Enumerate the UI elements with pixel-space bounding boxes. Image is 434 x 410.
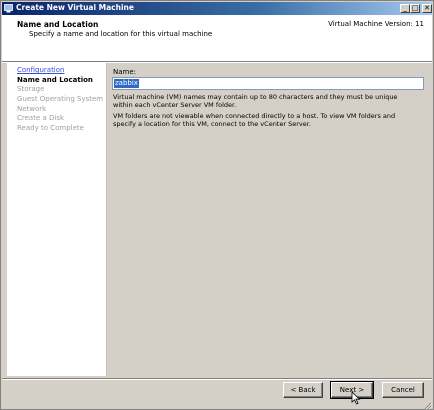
wizard-header: Name and Location Specify a name and loc… <box>2 15 432 62</box>
back-button[interactable]: < Back <box>283 382 323 398</box>
footer-divider <box>2 378 432 380</box>
vm-version-label: Virtual Machine Version: 11 <box>328 20 424 28</box>
name-input-value: zabbix <box>114 79 139 88</box>
window-title: Create New Virtual Machine <box>16 3 134 12</box>
page-subtitle: Specify a name and location for this vir… <box>29 30 213 38</box>
mouse-cursor-icon <box>351 391 361 405</box>
resize-grip-icon[interactable] <box>423 401 432 410</box>
step-ready-to-complete: Ready to Complete <box>17 124 84 133</box>
maximize-button[interactable]: □ <box>410 4 420 13</box>
folder-info-text: VM folders are not viewable when connect… <box>113 112 396 128</box>
name-input[interactable] <box>112 77 424 90</box>
close-button[interactable]: ✕ <box>422 4 432 13</box>
cancel-button[interactable]: Cancel <box>382 382 424 398</box>
minimize-button[interactable]: _ <box>400 4 410 13</box>
name-label: Name: <box>113 68 137 76</box>
step-guest-os: Guest Operating System <box>17 95 104 104</box>
name-rules-text: Virtual machine (VM) names may contain u… <box>113 93 398 109</box>
vm-icon <box>4 4 13 13</box>
step-configuration[interactable]: Configuration <box>7 66 106 76</box>
step-storage: Storage <box>17 85 45 94</box>
step-name-and-location: Name and Location <box>17 75 93 84</box>
step-network: Network <box>17 104 47 113</box>
content-panel: Name: zabbix Virtual machine (VM) names … <box>108 63 430 376</box>
dialog-window: Create New Virtual Machine _ □ ✕ Name an… <box>0 0 434 410</box>
wizard-steps: Configuration Name and Location Storage … <box>7 63 107 376</box>
title-bar[interactable]: Create New Virtual Machine _ □ ✕ <box>2 2 432 15</box>
page-title: Name and Location <box>17 20 99 29</box>
step-create-disk: Create a Disk <box>17 114 65 123</box>
